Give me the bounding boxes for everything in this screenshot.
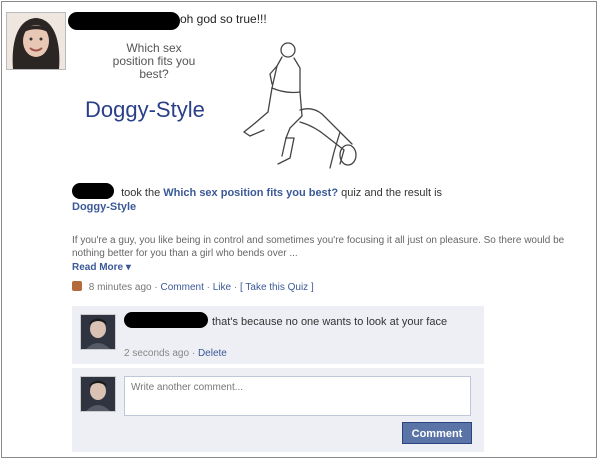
- like-link[interactable]: Like: [213, 282, 231, 293]
- comment-button[interactable]: Comment: [402, 422, 472, 444]
- post-meta: 8 minutes ago · Comment · Like · [ Take …: [72, 281, 314, 293]
- post-time[interactable]: 8 minutes ago: [89, 282, 152, 293]
- read-more-link[interactable]: Read More ▾: [72, 262, 131, 273]
- comment-text: that's because no one wants to look at y…: [212, 316, 448, 328]
- comment-item: that's because no one wants to look at y…: [72, 306, 484, 364]
- quiz-result-large: Doggy-Style: [85, 97, 205, 122]
- redacted-name-top: [68, 12, 180, 30]
- stick-figure-illustration: [230, 40, 370, 175]
- quiz-link[interactable]: Which sex position fits you best?: [163, 187, 338, 199]
- quiz-description: If you're a guy, you like being in contr…: [72, 235, 565, 259]
- story-prefix: took the: [121, 187, 161, 199]
- chevron-down-icon: ▾: [125, 262, 131, 273]
- comment-meta: 2 seconds ago · Delete: [124, 348, 227, 359]
- comment-time: 2 seconds ago: [124, 348, 190, 359]
- take-quiz-link[interactable]: [ Take this Quiz ]: [240, 282, 314, 293]
- delete-link[interactable]: Delete: [198, 348, 227, 359]
- result-link[interactable]: Doggy-Style: [72, 201, 136, 213]
- story-middle: quiz and the result is: [341, 187, 443, 199]
- read-more-label: Read More: [72, 262, 124, 273]
- profile-photo[interactable]: [6, 12, 66, 70]
- story-text: took the Which sex position fits you bes…: [72, 186, 592, 214]
- status-text: oh god so true!!!: [180, 12, 267, 26]
- quiz-app-icon: [72, 281, 82, 291]
- comment-input[interactable]: Write another comment...: [124, 376, 471, 416]
- comment-link[interactable]: Comment: [161, 282, 204, 293]
- comment-avatar[interactable]: [80, 314, 116, 350]
- quiz-question: Which sex position fits you best?: [112, 41, 196, 81]
- composer-avatar: [80, 376, 116, 412]
